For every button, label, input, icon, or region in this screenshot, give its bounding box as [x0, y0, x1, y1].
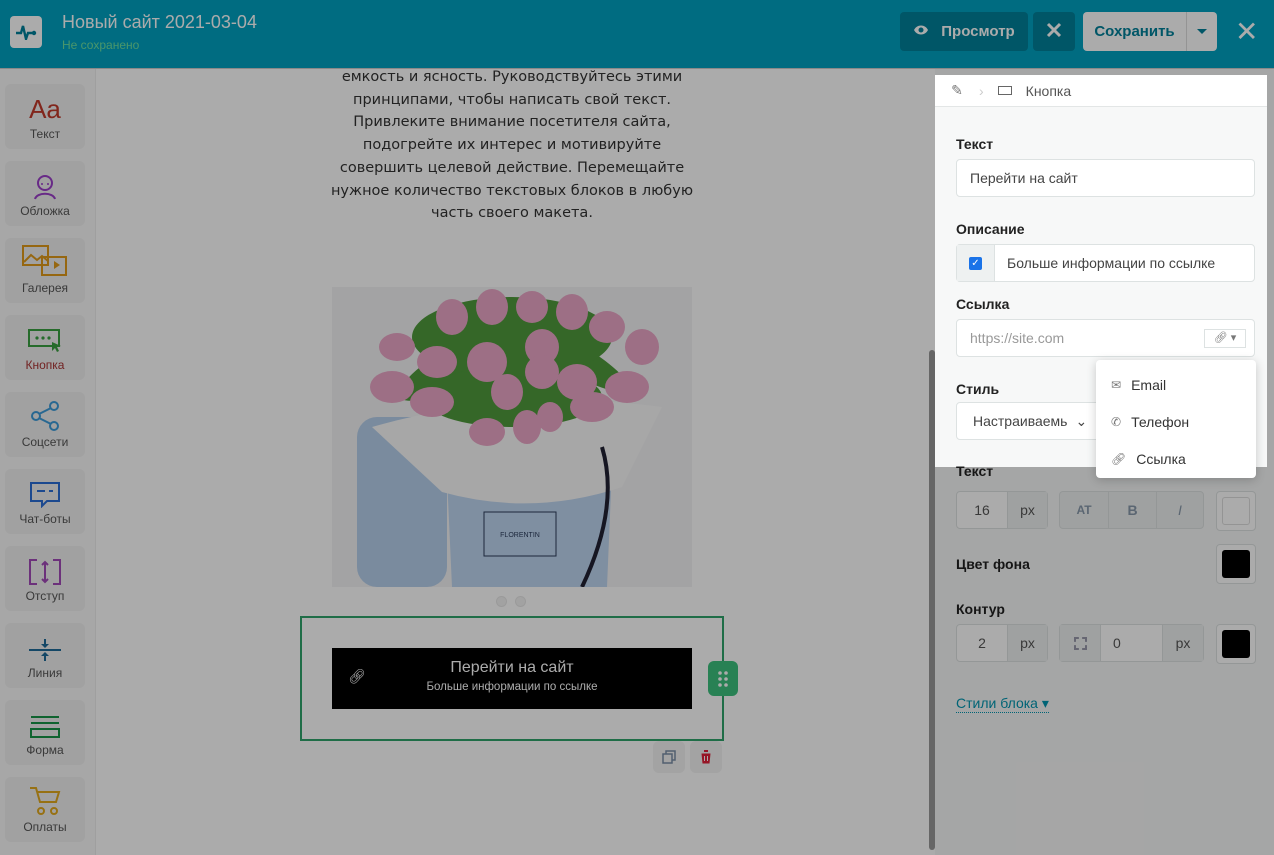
modal-overlay — [0, 75, 935, 855]
breadcrumb: ✎ › Кнопка — [935, 75, 1267, 107]
modal-overlay — [935, 467, 1267, 855]
modal-overlay — [0, 0, 1274, 75]
link-input[interactable]: https://site.com 🔗︎ ▾ — [956, 319, 1255, 357]
design-tools-icon[interactable]: ✎ — [935, 82, 979, 99]
menu-item-label: Email — [1131, 376, 1167, 393]
breadcrumb-current: Кнопка — [1025, 82, 1072, 99]
check-icon: ✓ — [969, 256, 982, 270]
link-type-dropdown[interactable]: 🔗︎ ▾ — [1204, 329, 1246, 348]
button-icon — [997, 86, 1012, 95]
menu-item-email[interactable]: ✉ Email — [1096, 366, 1256, 403]
link-label: Ссылка — [956, 296, 1010, 312]
style-label: Стиль — [956, 381, 1000, 397]
link-type-menu: ✉ Email ✆ Телефон 🔗︎ Ссылка — [1096, 360, 1256, 478]
modal-overlay — [1267, 75, 1274, 855]
description-field: ✓ Больше информации по ссылке — [956, 244, 1255, 282]
button-text-input[interactable]: Перейти на сайт — [956, 159, 1255, 197]
menu-item-phone[interactable]: ✆ Телефон — [1096, 403, 1256, 440]
mail-icon: ✉ — [1111, 377, 1122, 392]
link-placeholder: https://site.com — [970, 330, 1065, 346]
description-checkbox[interactable]: ✓ — [957, 245, 995, 281]
chevron-down-icon: ⌄ — [1075, 412, 1088, 429]
description-label: Описание — [956, 221, 1025, 237]
menu-item-link[interactable]: 🔗︎ Ссылка — [1096, 440, 1256, 477]
link-icon: 🔗︎ — [1111, 451, 1127, 466]
style-value: Настраиваемь — [973, 413, 1068, 429]
phone-icon: ✆ — [1111, 414, 1122, 429]
style-select[interactable]: Настраиваемь ⌄ — [956, 402, 1106, 440]
menu-item-label: Ссылка — [1136, 450, 1186, 467]
text-label: Текст — [956, 136, 994, 152]
menu-item-label: Телефон — [1131, 413, 1190, 430]
description-input[interactable]: Больше информации по ссылке — [995, 245, 1254, 281]
